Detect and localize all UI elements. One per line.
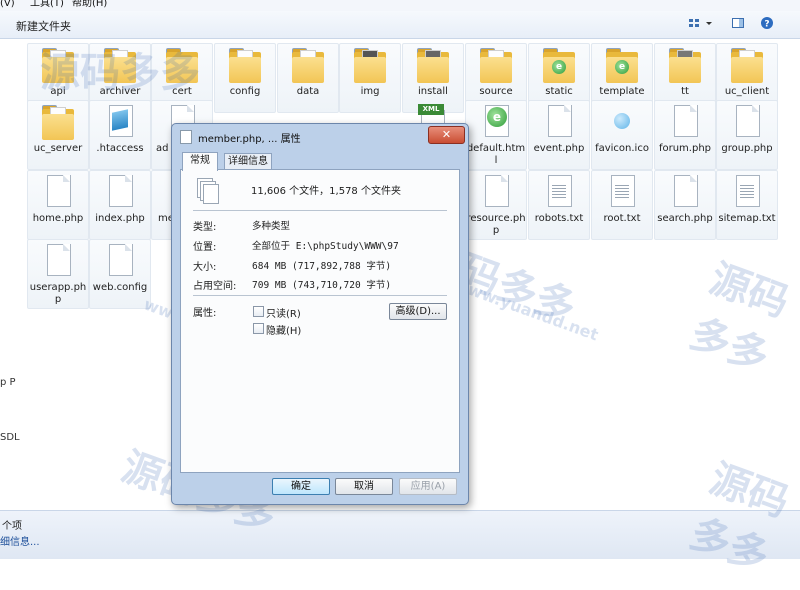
favicon-icon: [606, 105, 638, 141]
file-icon: [42, 175, 74, 211]
folder-icon: [417, 48, 449, 84]
folder-icon: [42, 48, 74, 84]
dialog-title: member.php, ... 属性: [198, 134, 301, 145]
nav-pane-clip: p P: [0, 377, 16, 388]
new-folder-button[interactable]: 新建文件夹: [16, 18, 71, 34]
text-file-icon: [543, 175, 575, 211]
document-icon: [180, 130, 192, 144]
file-item[interactable]: sitemap.txt: [716, 170, 778, 240]
hidden-label: 隐藏(H): [266, 326, 302, 337]
file-item[interactable]: userapp.php: [27, 239, 89, 309]
tab-details[interactable]: 详细信息: [224, 153, 272, 170]
file-item[interactable]: e default.html: [465, 100, 527, 170]
file-icon: [669, 175, 701, 211]
readonly-label: 只读(R): [266, 309, 301, 320]
html-file-icon: e: [480, 105, 512, 141]
file-item[interactable]: robots.txt: [528, 170, 590, 240]
file-item[interactable]: index.php: [89, 170, 151, 240]
divider: [193, 295, 447, 296]
folder-icon: [354, 48, 386, 84]
file-icon: [480, 175, 512, 211]
file-item[interactable]: home.php: [27, 170, 89, 240]
text-file-icon: [606, 175, 638, 211]
folder-icon: e: [606, 48, 638, 84]
folder-icon: [669, 48, 701, 84]
file-item[interactable]: event.php: [528, 100, 590, 170]
folder-icon: e: [543, 48, 575, 84]
multiple-files-icon: [197, 178, 219, 204]
file-summary: 11,606 个文件，1,578 个文件夹: [251, 186, 401, 197]
text-file-icon: [731, 175, 763, 211]
file-icon: [543, 105, 575, 141]
htaccess-icon: [104, 105, 136, 141]
divider: [193, 210, 447, 211]
folder-icon: [229, 48, 261, 84]
file-icon: [42, 244, 74, 280]
folder-item[interactable]: data: [277, 43, 339, 113]
file-item[interactable]: favicon.ico: [591, 100, 653, 170]
folder-icon: [42, 105, 74, 141]
file-item[interactable]: search.php: [654, 170, 716, 240]
toolbar: 新建文件夹 ?: [0, 11, 800, 39]
file-item[interactable]: web.config: [89, 239, 151, 309]
preview-pane-icon[interactable]: [731, 16, 745, 30]
tab-general[interactable]: 常规: [182, 152, 218, 171]
folder-icon: [166, 48, 198, 84]
folder-icon: [104, 48, 136, 84]
file-icon: [731, 105, 763, 141]
svg-text:?: ?: [764, 20, 769, 30]
apply-button[interactable]: 应用(A): [399, 478, 457, 495]
file-icon: [104, 175, 136, 211]
folder-item[interactable]: uc_server: [27, 100, 89, 170]
menu-help[interactable]: 帮助(H): [72, 0, 107, 9]
nav-pane-clip: SDL: [0, 432, 20, 443]
view-options-icon[interactable]: [688, 16, 702, 30]
folder-icon: [480, 48, 512, 84]
folder-item[interactable]: img: [339, 43, 401, 113]
general-panel: 11,606 个文件，1,578 个文件夹 类型: 多种类型 位置: 全部位于 …: [180, 169, 460, 473]
file-item[interactable]: group.php: [716, 100, 778, 170]
readonly-checkbox[interactable]: [253, 306, 264, 317]
file-item[interactable]: root.txt: [591, 170, 653, 240]
properties-dialog: member.php, ... 属性 ✕ 常规 详细信息 11,606 个文件，…: [171, 123, 469, 505]
item-count: 个项: [2, 521, 22, 532]
ok-button[interactable]: 确定: [272, 478, 330, 495]
cancel-button[interactable]: 取消: [335, 478, 393, 495]
close-button[interactable]: ✕: [428, 126, 465, 144]
details-link[interactable]: 细信息...: [0, 533, 40, 548]
menu-tools[interactable]: 工具(T): [30, 0, 64, 9]
help-icon[interactable]: ?: [760, 16, 774, 30]
file-icon: [669, 105, 701, 141]
hidden-checkbox[interactable]: [253, 323, 264, 334]
file-item[interactable]: forum.php: [654, 100, 716, 170]
advanced-button[interactable]: 高级(D)...: [389, 303, 447, 320]
folder-icon: [292, 48, 324, 84]
file-item[interactable]: resource.php: [465, 170, 527, 240]
file-item[interactable]: .htaccess: [89, 100, 151, 170]
folder-icon: [731, 48, 763, 84]
chevron-down-icon[interactable]: [705, 16, 713, 30]
file-icon: [104, 244, 136, 280]
menu-view[interactable]: (V): [0, 0, 15, 9]
status-bar: 个项 细信息...: [0, 510, 800, 559]
folder-item[interactable]: config: [214, 43, 276, 113]
